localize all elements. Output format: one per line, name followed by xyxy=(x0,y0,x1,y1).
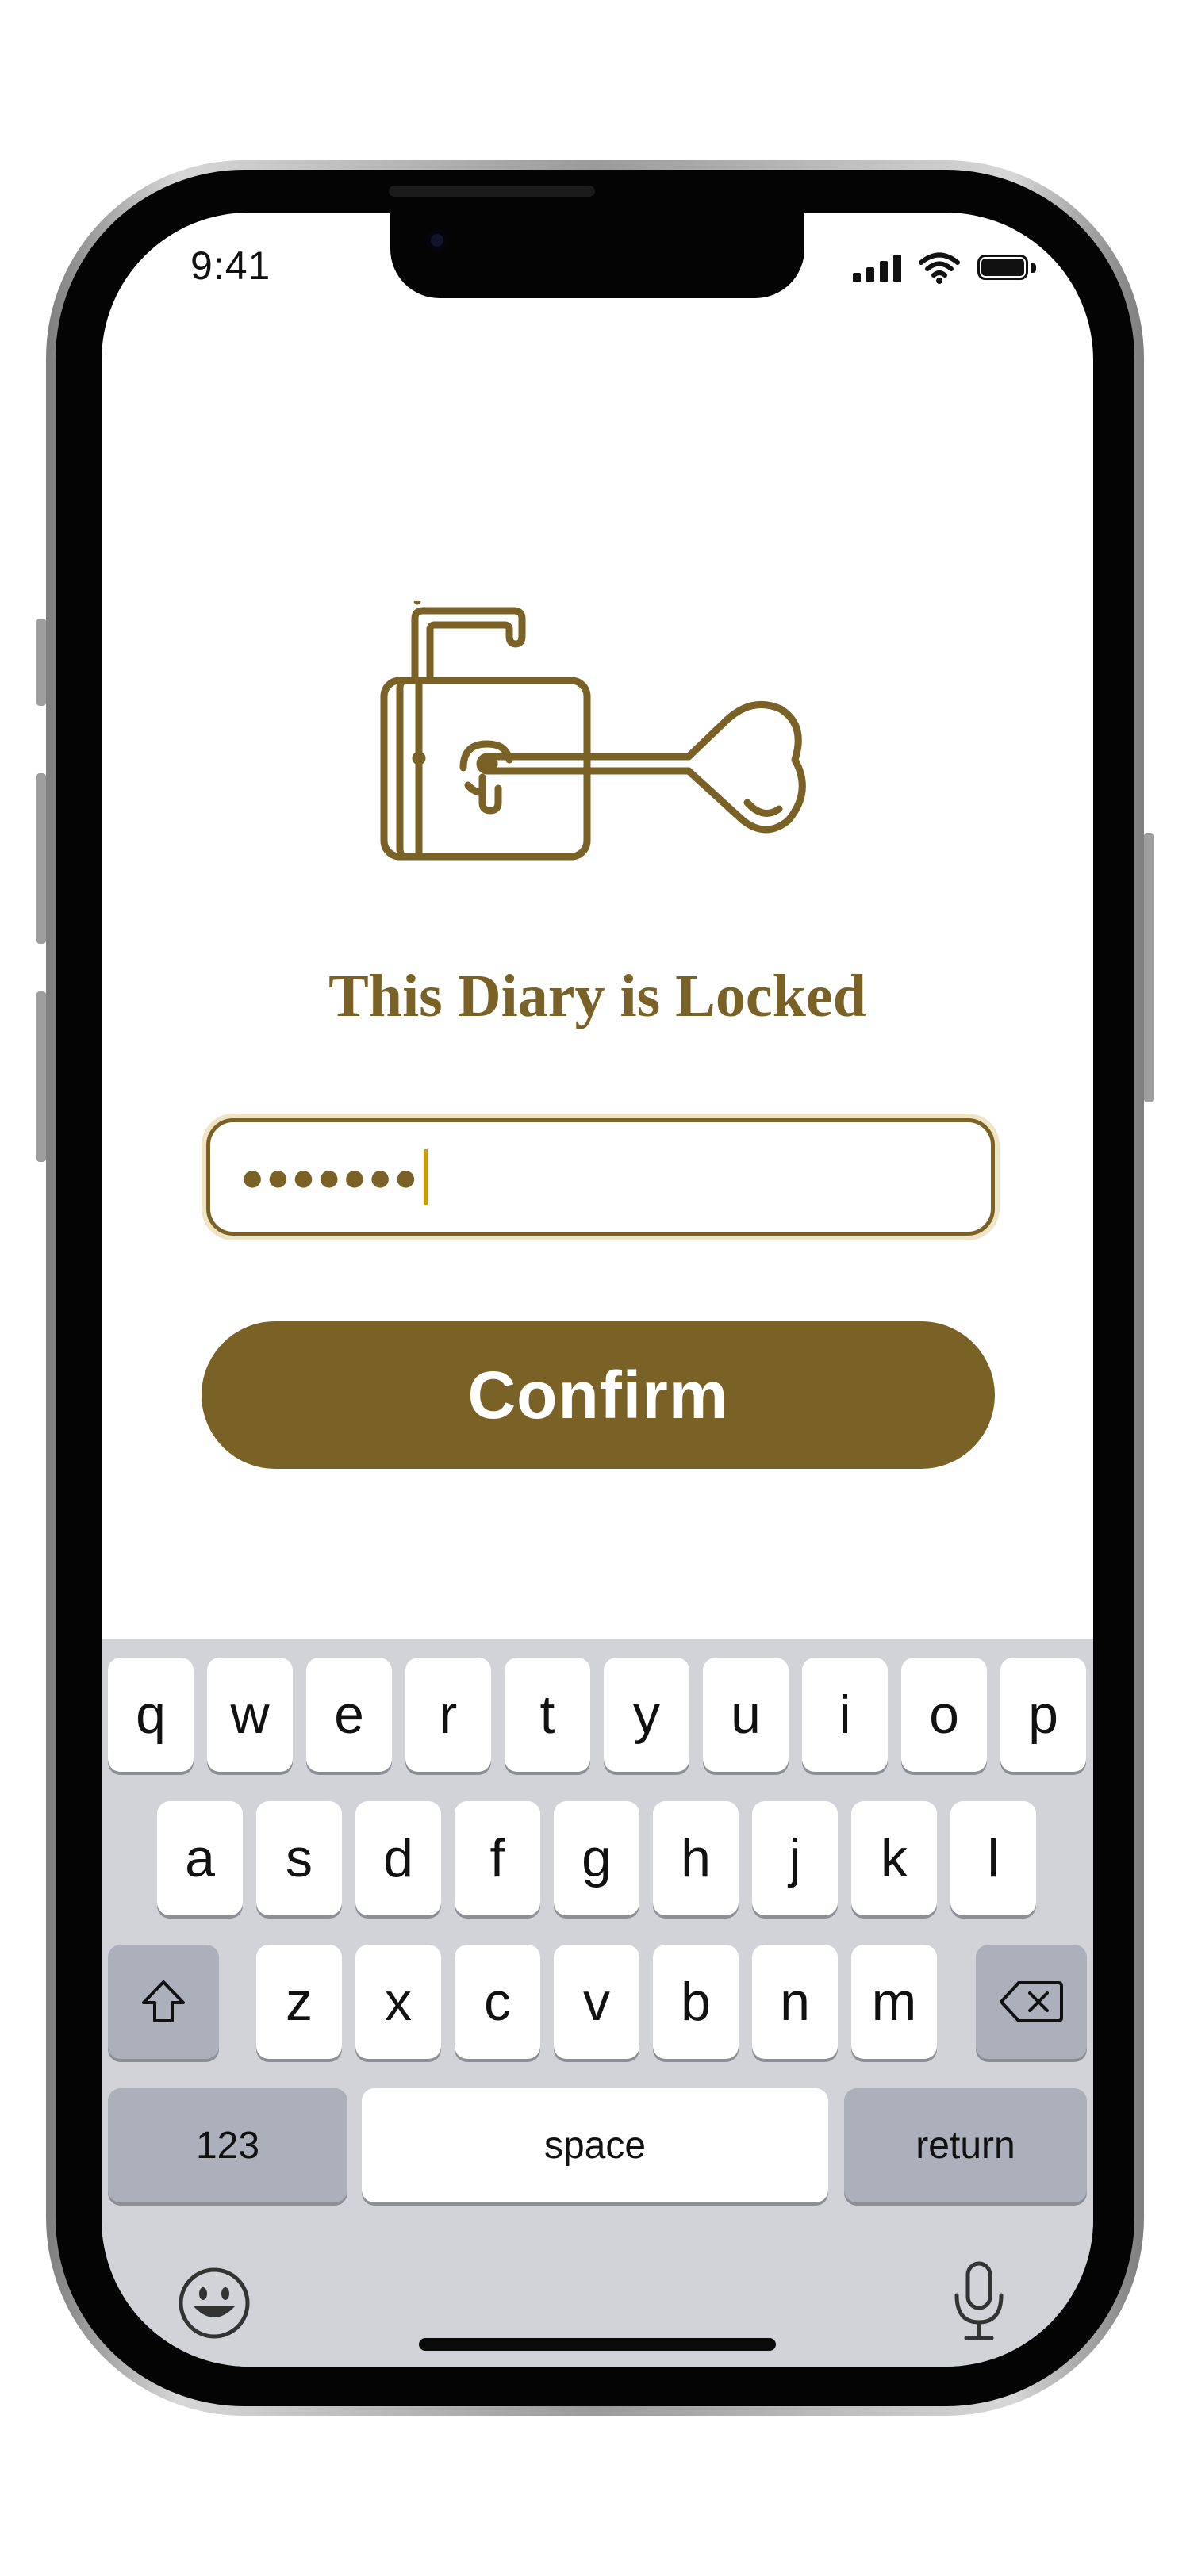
key-r[interactable]: r xyxy=(405,1658,491,1772)
side-button-left-3 xyxy=(36,991,46,1162)
key-g[interactable]: g xyxy=(554,1801,639,1915)
key-y[interactable]: y xyxy=(604,1658,689,1772)
status-icons xyxy=(853,252,1036,284)
key-z[interactable]: z xyxy=(256,1945,342,2059)
key-i[interactable]: i xyxy=(802,1658,888,1772)
key-p[interactable]: p xyxy=(1000,1658,1086,1772)
notch xyxy=(390,213,804,298)
shift-icon xyxy=(142,1980,185,2022)
key-t[interactable]: t xyxy=(505,1658,590,1772)
space-key[interactable]: space xyxy=(362,2088,828,2202)
key-f[interactable]: f xyxy=(455,1801,540,1915)
key-s[interactable]: s xyxy=(256,1801,342,1915)
backspace-icon xyxy=(1000,1981,1063,2022)
side-button-left-2 xyxy=(36,773,46,944)
page-title: This Diary is Locked xyxy=(328,963,866,1029)
key-j[interactable]: j xyxy=(752,1801,838,1915)
numbers-key[interactable]: 123 xyxy=(108,2088,347,2202)
text-caret xyxy=(424,1149,428,1205)
key-k[interactable]: k xyxy=(851,1801,937,1915)
key-m[interactable]: m xyxy=(851,1945,937,2059)
key-l[interactable]: l xyxy=(950,1801,1036,1915)
earpiece-speaker xyxy=(389,186,595,197)
battery-icon xyxy=(977,255,1036,282)
front-camera xyxy=(427,230,447,251)
key-q[interactable]: q xyxy=(108,1658,194,1772)
key-x[interactable]: x xyxy=(355,1945,441,2059)
backspace-key[interactable] xyxy=(976,1945,1087,2059)
key-w[interactable]: w xyxy=(207,1658,293,1772)
side-button-left-1 xyxy=(36,619,46,706)
microphone-icon[interactable] xyxy=(950,2260,1008,2343)
key-d[interactable]: d xyxy=(355,1801,441,1915)
key-u[interactable]: u xyxy=(703,1658,789,1772)
home-indicator xyxy=(419,2338,776,2351)
password-masked-value: ●●●●●●● xyxy=(240,1155,420,1199)
shift-key[interactable] xyxy=(108,1945,219,2059)
return-key[interactable]: return xyxy=(844,2088,1087,2202)
side-button-right xyxy=(1144,833,1154,1102)
password-input[interactable]: ●●●●●●● xyxy=(206,1118,995,1236)
wifi-icon xyxy=(919,252,960,284)
confirm-button[interactable]: Confirm xyxy=(202,1321,995,1469)
key-b[interactable]: b xyxy=(653,1945,739,2059)
key-n[interactable]: n xyxy=(752,1945,838,2059)
lock-and-key-icon xyxy=(380,601,806,861)
key-v[interactable]: v xyxy=(554,1945,639,2059)
emoji-icon[interactable] xyxy=(176,2265,252,2341)
key-o[interactable]: o xyxy=(901,1658,987,1772)
keyboard: q w e r t y u i o p a s d f g h j k l z … xyxy=(102,1639,1093,2367)
signal-icon xyxy=(853,254,901,282)
key-c[interactable]: c xyxy=(455,1945,540,2059)
phone-screen: 9:41 This Diary is Locked ●●●●●●● Confir… xyxy=(102,213,1093,2367)
key-a[interactable]: a xyxy=(157,1801,243,1915)
key-e[interactable]: e xyxy=(306,1658,392,1772)
status-time: 9:41 xyxy=(190,243,271,288)
key-h[interactable]: h xyxy=(653,1801,739,1915)
